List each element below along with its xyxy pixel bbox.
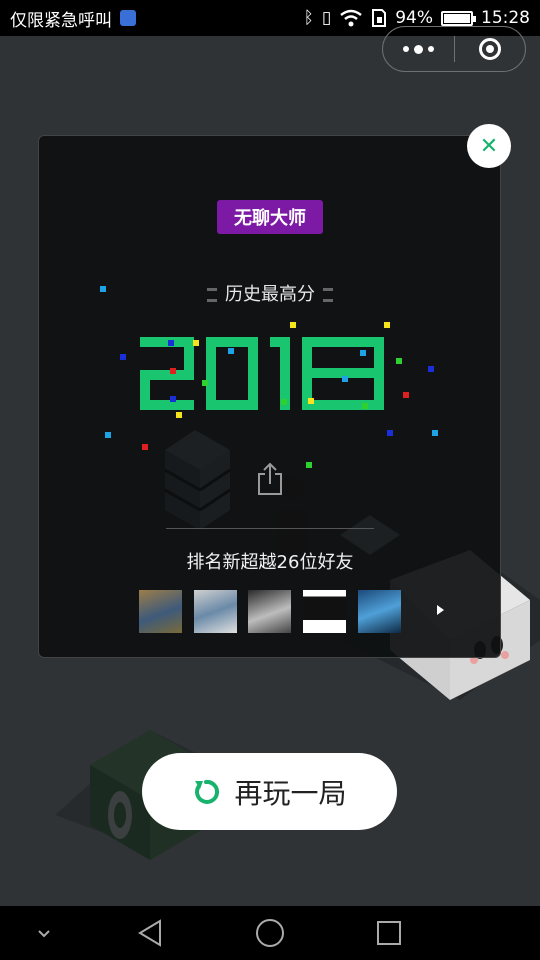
replay-button[interactable]: 再玩一局 xyxy=(142,753,397,830)
sim-icon xyxy=(372,9,387,27)
rank-text: 排名新超越26位好友 xyxy=(186,552,354,573)
app-notification-icon xyxy=(120,10,136,26)
replay-label: 再玩一局 xyxy=(234,776,347,810)
friend-avatar-2[interactable] xyxy=(194,590,237,633)
wifi-icon xyxy=(340,9,362,27)
more-dots-icon[interactable] xyxy=(383,44,454,54)
recents-icon[interactable] xyxy=(376,920,402,946)
confetti xyxy=(384,322,390,328)
panel-divider xyxy=(166,528,374,529)
confetti xyxy=(342,376,348,382)
battery-text: 94% xyxy=(395,8,433,28)
best-score xyxy=(140,337,384,410)
carrier-text: 仅限紧急呼叫 xyxy=(10,10,112,31)
friend-avatar-4[interactable] xyxy=(303,590,346,633)
confetti xyxy=(281,399,287,405)
title-badge: 无聊大师 xyxy=(217,200,323,234)
confetti xyxy=(193,340,199,346)
history-best-label: 历史最高分 xyxy=(0,280,540,306)
confetti xyxy=(306,462,312,468)
confetti xyxy=(202,380,208,386)
confetti xyxy=(362,403,368,409)
collapse-icon[interactable] xyxy=(36,928,52,940)
confetti xyxy=(428,366,434,372)
confetti xyxy=(170,396,176,402)
friend-avatar-1[interactable] xyxy=(139,590,182,633)
vibrate-icon: ▯ xyxy=(321,8,332,28)
confetti xyxy=(176,412,182,418)
history-label-text: 历史最高分 xyxy=(225,284,315,305)
back-icon[interactable] xyxy=(136,918,164,948)
battery-icon xyxy=(441,10,476,26)
share-icon[interactable] xyxy=(256,462,284,496)
friend-avatar-3[interactable] xyxy=(248,590,291,633)
confetti xyxy=(120,354,126,360)
confetti xyxy=(170,368,176,374)
confetti xyxy=(105,432,111,438)
confetti xyxy=(100,286,106,292)
confetti xyxy=(142,444,148,450)
confetti xyxy=(403,392,409,398)
confetti xyxy=(432,430,438,436)
confetti xyxy=(387,430,393,436)
replay-icon xyxy=(195,779,220,804)
confetti xyxy=(290,322,296,328)
confetti xyxy=(360,350,366,356)
play-arrow-icon[interactable] xyxy=(437,605,444,615)
system-nav-bar xyxy=(0,906,540,960)
confetti xyxy=(168,340,174,346)
confetti xyxy=(396,358,402,364)
friend-avatar-5[interactable] xyxy=(358,590,401,633)
mini-program-capsule xyxy=(382,26,526,72)
right-decor-lines xyxy=(323,288,333,302)
close-x-icon[interactable]: ✕ xyxy=(467,124,511,168)
target-close-icon[interactable] xyxy=(455,38,526,60)
confetti xyxy=(228,348,234,354)
bluetooth-icon: ᛒ xyxy=(303,8,314,28)
left-decor-lines xyxy=(207,288,217,302)
home-icon[interactable] xyxy=(255,918,285,948)
clock: 15:28 xyxy=(481,8,530,28)
confetti xyxy=(308,398,314,404)
